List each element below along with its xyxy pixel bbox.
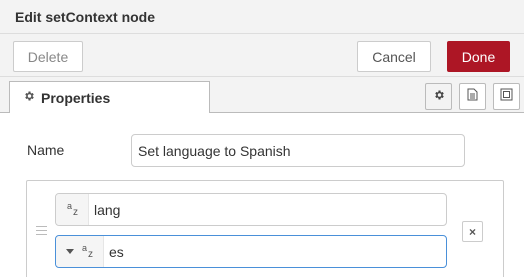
delete-button[interactable]: Delete (13, 41, 83, 72)
name-input[interactable] (131, 134, 465, 167)
tab-label: Properties (41, 90, 111, 106)
remove-rule-button[interactable]: × (462, 221, 483, 242)
tab-bar: Properties (0, 77, 524, 114)
tab-properties[interactable]: Properties (9, 81, 210, 114)
description-tab-button[interactable] (459, 83, 486, 110)
frame-icon (500, 88, 513, 106)
chevron-down-icon (66, 249, 74, 254)
string-type-icon: a z (67, 200, 78, 218)
dialog-toolbar: Delete Cancel Done (0, 34, 524, 77)
string-type-icon: a z (82, 242, 93, 260)
gear-icon (23, 89, 35, 107)
rules-list: a z lang a z es × (26, 180, 504, 277)
value-value[interactable]: es (104, 244, 446, 260)
name-label: Name (27, 142, 65, 158)
gear-icon (433, 88, 445, 106)
properties-panel: Name a z lang a z es (0, 113, 524, 277)
dialog-header: Edit setContext node (0, 0, 524, 34)
value-typed-input[interactable]: a z es (55, 235, 447, 268)
key-value[interactable]: lang (89, 202, 446, 218)
settings-tab-button[interactable] (425, 83, 452, 110)
document-icon (467, 88, 478, 106)
dialog-title: Edit setContext node (15, 9, 156, 25)
close-icon: × (468, 224, 476, 239)
drag-handle-icon[interactable] (36, 226, 47, 235)
key-type-selector[interactable]: a z (56, 194, 89, 225)
key-typed-input[interactable]: a z lang (55, 193, 447, 226)
value-type-selector[interactable]: a z (56, 236, 104, 267)
appearance-tab-button[interactable] (493, 83, 520, 110)
cancel-button[interactable]: Cancel (357, 41, 431, 72)
done-button[interactable]: Done (447, 41, 510, 72)
